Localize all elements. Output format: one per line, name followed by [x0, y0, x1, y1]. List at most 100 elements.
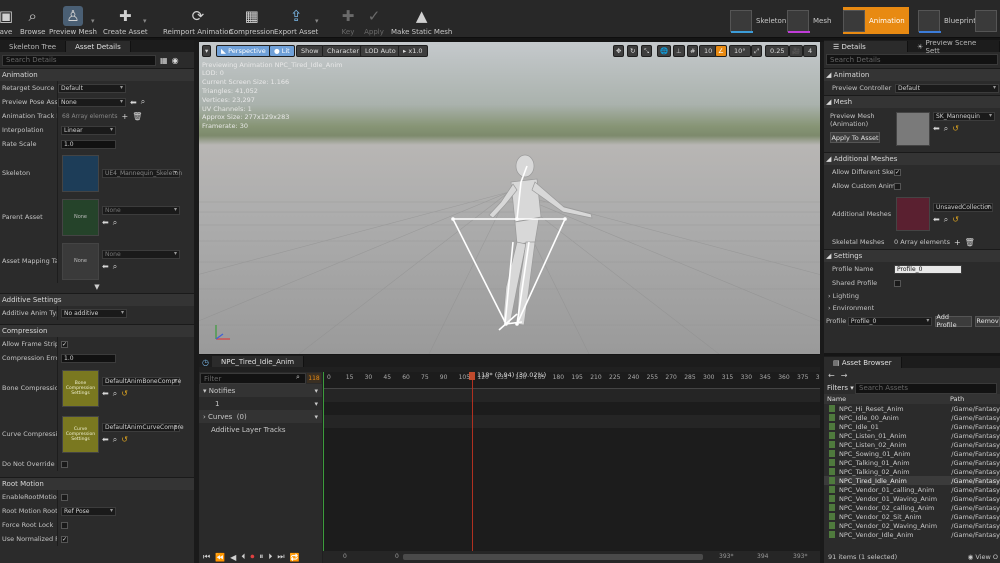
shared-profile-checkbox[interactable]	[894, 279, 901, 287]
tab-asset-browser[interactable]: ▤ Asset Browser	[824, 357, 902, 368]
perspective-button[interactable]: ◣ Perspective	[216, 45, 271, 57]
grid-view-icon[interactable]: ▦	[160, 56, 168, 65]
skeleton-thumbnail[interactable]	[62, 154, 99, 192]
skeleton-dropdown[interactable]: UE4_Mannequin_Skeleton	[102, 168, 182, 178]
scale-icon[interactable]: ⤡	[641, 45, 653, 57]
mode-extra[interactable]	[975, 7, 1000, 34]
allow-custom-checkbox[interactable]	[894, 182, 901, 190]
lod-button[interactable]: LOD Auto	[360, 45, 401, 57]
profile-name-input[interactable]: Profile_0	[894, 264, 962, 274]
preview-controller-dropdown[interactable]: Default	[895, 83, 999, 93]
play-reverse-icon[interactable]: ◀	[230, 553, 236, 562]
back-arrow-icon[interactable]: ←	[828, 371, 835, 380]
use-selected-icon[interactable]: ⬅	[102, 435, 109, 445]
track-filter-input[interactable]: Filter	[200, 373, 306, 384]
force-root-checkbox[interactable]	[61, 521, 68, 529]
reset-icon[interactable]: ↺	[952, 124, 959, 134]
enable-root-checkbox[interactable]	[61, 493, 68, 501]
category-compression[interactable]: Compression	[0, 324, 194, 337]
step-frame-back-icon[interactable]: ⏴	[241, 552, 245, 562]
curve-compression-thumbnail[interactable]: Curve Compression Settings	[62, 415, 99, 453]
expand-advanced-icon[interactable]: ▼	[0, 283, 194, 293]
reset-icon[interactable]: ↺	[121, 389, 128, 399]
use-selected-icon[interactable]: ⬅	[102, 389, 109, 399]
normalized-root-checkbox[interactable]: ✓	[61, 535, 68, 543]
lit-button[interactable]: ● Lit	[269, 45, 295, 57]
grid-snap-icon[interactable]: #	[687, 45, 699, 57]
preview-mesh-dropdown[interactable]: SK_Mannequin	[933, 112, 995, 121]
use-selected-icon[interactable]: ⬅	[130, 98, 137, 107]
parent-asset-dropdown[interactable]: None	[102, 206, 180, 215]
category-animation[interactable]: Animation	[0, 68, 194, 81]
forward-arrow-icon[interactable]: →	[841, 371, 848, 380]
playback-speed-button[interactable]: ▸ x1.0	[398, 45, 428, 57]
key-button[interactable]: ✚ Key	[338, 2, 358, 36]
save-button[interactable]: ▣ ave	[0, 2, 16, 36]
preview-pose-dropdown[interactable]: None	[58, 97, 126, 107]
record-icon[interactable]: ⏺	[250, 552, 254, 562]
browse-icon[interactable]: ⌕	[141, 97, 145, 107]
scrub-bar[interactable]: 0 0 393* 394 393*	[323, 551, 820, 563]
remove-profile-button[interactable]: Remov	[975, 315, 1000, 327]
delete-icon[interactable]: 🗑	[132, 112, 142, 121]
track-menu-icon[interactable]: ▾	[314, 400, 318, 408]
step-back-icon[interactable]: ⏪	[215, 553, 225, 562]
category-settings[interactable]: ◢ Settings	[824, 249, 1000, 262]
curves-menu-icon[interactable]: ▾	[314, 413, 318, 421]
browse-icon[interactable]: ⌕	[944, 215, 948, 225]
root-lock-dropdown[interactable]: Ref Pose	[61, 506, 116, 516]
additional-meshes-thumbnail[interactable]	[896, 197, 930, 231]
view-options-button[interactable]: ◉ View O	[968, 553, 998, 561]
bone-compression-dropdown[interactable]: DefaultAnimBoneCompre	[102, 377, 181, 386]
error-threshold-input[interactable]: 1.0	[61, 353, 116, 363]
apply-to-asset-button[interactable]: Apply To Asset	[830, 132, 880, 143]
rate-scale-input[interactable]: 1.0	[61, 139, 116, 149]
loop-icon[interactable]: 🔁	[290, 553, 300, 562]
parent-asset-thumbnail[interactable]: None	[62, 198, 99, 236]
asset-list-item[interactable]: NPC_Idle_00_Anim/Game/Fantasy	[824, 413, 1000, 422]
export-dropdown-icon[interactable]: ▾	[315, 17, 319, 25]
interpolation-dropdown[interactable]: Linear	[61, 125, 116, 135]
mode-skeleton[interactable]: Skeleton	[730, 7, 786, 34]
additional-meshes-dropdown[interactable]: UnsavedCollection	[933, 203, 993, 212]
step-frame-forward-icon[interactable]: ⏵	[268, 552, 272, 562]
make-static-mesh-button[interactable]: ▲ Make Static Mesh	[391, 2, 452, 36]
notifies-track[interactable]: ▾ Notifies ▾	[199, 384, 322, 397]
category-animation[interactable]: ◢ Animation	[824, 68, 1000, 81]
create-asset-dropdown-icon[interactable]: ▾	[143, 17, 147, 25]
current-frame-badge[interactable]: 118	[307, 373, 321, 383]
apply-button[interactable]: ✓ Apply	[364, 2, 384, 36]
asset-search-input[interactable]: Search Assets	[855, 382, 997, 394]
reset-icon[interactable]: ↺	[952, 215, 959, 225]
eye-icon[interactable]: ◉	[172, 56, 179, 65]
asset-list-item[interactable]: NPC_Vendor_01_Waving_Anim/Game/Fantasy	[824, 494, 1000, 503]
no-override-checkbox[interactable]	[61, 460, 68, 468]
world-local-icon[interactable]: 🌐	[657, 45, 672, 57]
tab-skeleton-tree[interactable]: Skeleton Tree	[0, 41, 67, 52]
additive-type-dropdown[interactable]: No additive	[61, 308, 127, 318]
details-search-input[interactable]: Search Details	[2, 54, 156, 66]
category-root-motion[interactable]: Root Motion	[0, 477, 194, 490]
column-path[interactable]: Path	[950, 395, 964, 403]
pause-icon[interactable]: ⏸	[259, 552, 263, 562]
asset-mapping-thumbnail[interactable]: None	[62, 242, 99, 280]
asset-list-item[interactable]: NPC_Vendor_Idle_Anim/Game/Fantasy	[824, 530, 1000, 539]
environment-subcategory[interactable]: › Environment	[824, 302, 1000, 314]
time-ruler[interactable]	[323, 380, 820, 389]
add-profile-button[interactable]: Add Profile	[935, 313, 973, 329]
category-mesh[interactable]: ◢ Mesh	[824, 95, 1000, 108]
compression-button[interactable]: ▦ Compression	[229, 2, 274, 36]
tab-anim-sequence[interactable]: NPC_Tired_Idle_Anim	[211, 356, 305, 367]
add-element-icon[interactable]: +	[954, 238, 961, 247]
preview-mesh-thumbnail[interactable]	[896, 112, 930, 146]
browse-icon[interactable]: ⌕	[113, 218, 117, 228]
rotation-snap-value[interactable]: 10°	[729, 45, 751, 57]
show-button[interactable]: Show	[296, 45, 324, 57]
viewport[interactable]: ▾ ◣ Perspective ● Lit Show Character LOD…	[199, 42, 820, 354]
scale-snap-value[interactable]: 0.25	[765, 45, 790, 57]
browse-icon[interactable]: ⌕	[113, 389, 117, 399]
additive-layer-tracks[interactable]: Additive Layer Tracks	[199, 423, 322, 436]
allow-different-checkbox[interactable]: ✓	[894, 168, 901, 176]
translate-icon[interactable]: ✥	[613, 45, 625, 57]
asset-list-item[interactable]: NPC_Idle_01/Game/Fantasy	[824, 422, 1000, 431]
